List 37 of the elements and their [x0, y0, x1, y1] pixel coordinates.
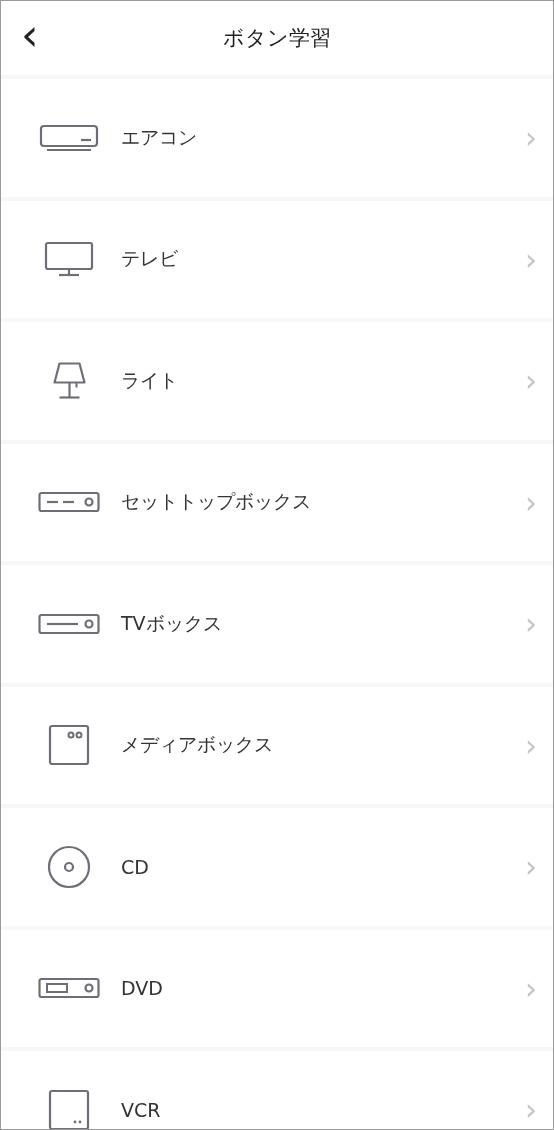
chevron-icon: ›: [525, 1092, 553, 1128]
chevron-icon: ›: [525, 241, 553, 277]
disc-icon: [46, 843, 92, 890]
item-label: ライト: [121, 367, 179, 393]
item-label: セットトップボックス: [121, 489, 312, 515]
chevron-icon: ›: [525, 849, 553, 885]
chevron-icon: ›: [525, 363, 553, 399]
list-item[interactable]: CD ›: [1, 808, 553, 926]
chevron-icon: ›: [525, 484, 553, 520]
list-item[interactable]: テレビ ›: [1, 200, 553, 318]
item-label: メディアボックス: [121, 732, 274, 758]
chevron-icon: ›: [525, 606, 553, 642]
media-box-icon: [48, 724, 90, 767]
disc-player-icon: [38, 977, 100, 1000]
back-button[interactable]: ‹: [15, 15, 45, 55]
list-item[interactable]: DVD ›: [1, 929, 553, 1047]
video-player-icon: [48, 1088, 90, 1129]
item-label: テレビ: [121, 246, 179, 272]
page-title: ボタン学習: [223, 25, 331, 52]
item-label: TVボックス: [121, 610, 223, 636]
item-label: VCR: [121, 1098, 162, 1121]
item-label: DVD: [121, 977, 164, 1000]
list-item[interactable]: メディアボックス ›: [1, 686, 553, 804]
lamp-icon: [52, 362, 86, 400]
item-label: CD: [121, 855, 150, 878]
item-label: エアコン: [121, 124, 198, 150]
set-top-box-icon: [38, 491, 100, 514]
list-item[interactable]: TVボックス ›: [1, 565, 553, 683]
list-item[interactable]: VCR ›: [1, 1051, 553, 1129]
chevron-icon: ›: [525, 120, 553, 156]
media-player-icon: [38, 612, 100, 635]
list-item[interactable]: エアコン ›: [1, 79, 553, 197]
chevron-icon: ›: [525, 727, 553, 763]
monitor-icon: [44, 241, 94, 278]
list-item[interactable]: ライト ›: [1, 322, 553, 440]
chevron-icon: ›: [525, 970, 553, 1006]
list-item[interactable]: セットトップボックス ›: [1, 443, 553, 561]
